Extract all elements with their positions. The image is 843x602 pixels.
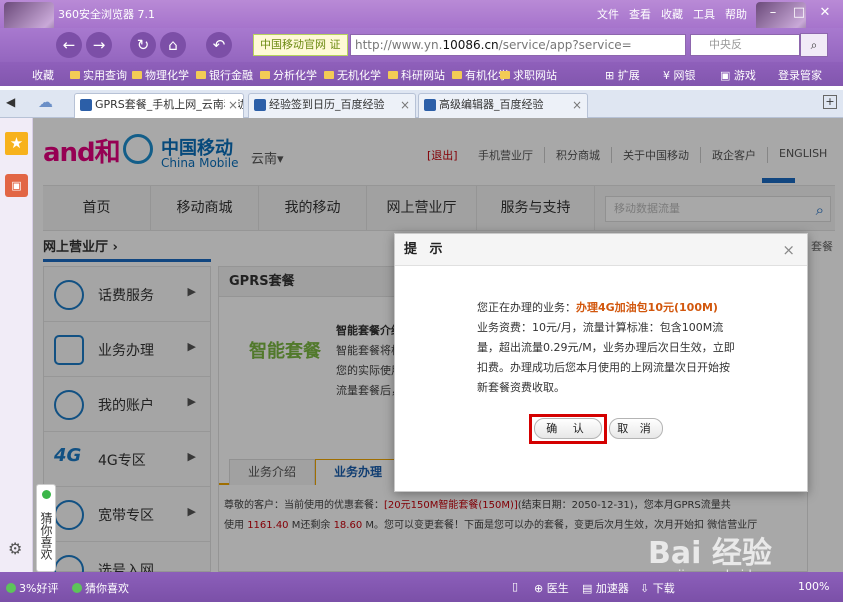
tab-label: 高级编辑器_百度经验 xyxy=(439,98,544,111)
minimize-icon[interactable]: – xyxy=(763,4,783,22)
home-icon[interactable]: ⌂ xyxy=(160,32,186,58)
url-prefix: http://www.yn. xyxy=(355,38,443,52)
close-icon[interactable]: × xyxy=(782,241,795,259)
maximize-icon[interactable]: □ xyxy=(789,4,809,22)
tab-bar: ◀ ☁ GPRS套餐_手机上网_云南移动 × 经验签到日历_百度经验 × 高级编… xyxy=(0,90,843,118)
window-controls: – □ ✕ xyxy=(763,4,835,22)
status-bar: 3%好评 猜你喜欢 ▯ ⊕ 医生 ▤ 加速器 ⇩ 下载 100% xyxy=(0,572,843,602)
bookmark-login-manager[interactable]: 登录管家 xyxy=(778,67,822,83)
tab-close-icon[interactable]: × xyxy=(568,94,582,116)
bookmark-extensions[interactable]: ⊞ 扩展 xyxy=(605,67,640,83)
tab-nav-left-icon[interactable]: ◀ xyxy=(6,95,15,109)
close-window-icon[interactable]: ✕ xyxy=(815,4,835,22)
dialog-message: 您正在办理的业务：办理4G加油包10元(100M) 业务资费：10元/月，流量计… xyxy=(477,298,737,398)
confirm-dialog: 提 示 × 您正在办理的业务：办理4G加油包10元(100M) 业务资费：10元… xyxy=(394,233,808,492)
bookmark-games[interactable]: ▣ 游戏 xyxy=(720,67,756,83)
tab-close-icon[interactable]: × xyxy=(396,94,410,116)
bookmark-ebank[interactable]: ¥ 网银 xyxy=(663,67,696,83)
watermark-text: Bai 经验 xyxy=(648,536,772,571)
status-download[interactable]: ⇩ 下载 xyxy=(640,580,675,596)
browser-menu-bar: 文件 查看 收藏 工具 帮助 xyxy=(597,6,747,22)
status-dot-icon xyxy=(42,490,51,499)
business-name: 办理4G加油包10元(100M) xyxy=(576,301,718,314)
menu-tools[interactable]: 工具 xyxy=(693,6,715,22)
tab-gprs[interactable]: GPRS套餐_手机上网_云南移动 × xyxy=(74,93,244,118)
guess-icon xyxy=(72,583,82,593)
tab-favicon xyxy=(424,99,436,111)
url-suffix: /service/app?service= xyxy=(498,38,632,52)
bookmark-folder[interactable]: 银行金融 xyxy=(196,67,253,83)
browser-search-input[interactable]: 中央反 xyxy=(690,34,800,56)
tab-label: 经验签到日历_百度经验 xyxy=(269,98,385,111)
guess-label: 猜你喜欢 xyxy=(39,512,53,560)
bookmark-folder[interactable]: 科研网站 xyxy=(388,67,445,83)
back-icon[interactable]: ← xyxy=(56,32,82,58)
bookmarks-bar: 收藏 实用查询 物理化学 银行金融 分析化学 无机化学 科研网站 有机化学 求职… xyxy=(0,62,843,86)
bookmark-folder[interactable]: 物理化学 xyxy=(132,67,189,83)
bookmark-folder[interactable]: 无机化学 xyxy=(324,67,381,83)
address-bar[interactable]: http://www.yn.10086.cn/service/app?servi… xyxy=(350,34,686,56)
cancel-button[interactable]: 取 消 xyxy=(609,418,663,439)
menu-help[interactable]: 帮助 xyxy=(725,6,747,22)
status-guess[interactable]: 猜你喜欢 xyxy=(72,580,129,596)
phone-icon[interactable]: ▯ xyxy=(512,580,518,593)
guess-you-like-tab[interactable]: 猜你喜欢 xyxy=(36,484,56,572)
browser-side-rail: ★ ▣ ⚙ xyxy=(0,118,33,572)
browser-titlebar: 360安全浏览器 7.1 文件 查看 收藏 工具 帮助 – □ ✕ xyxy=(0,0,843,62)
new-tab-icon[interactable]: + xyxy=(823,95,837,109)
rating-icon xyxy=(6,583,16,593)
menu-file[interactable]: 文件 xyxy=(597,6,619,22)
site-verified-badge[interactable]: 中国移动官网 证 xyxy=(253,34,348,56)
forward-icon[interactable]: → xyxy=(86,32,112,58)
status-rating[interactable]: 3%好评 xyxy=(6,580,58,596)
favorites-star-icon[interactable]: ★ xyxy=(5,132,28,155)
dialog-title: 提 示 xyxy=(395,234,807,266)
message-prefix: 您正在办理的业务： xyxy=(477,301,576,314)
bookmark-folder[interactable]: 分析化学 xyxy=(260,67,317,83)
undo-icon[interactable]: ↶ xyxy=(206,32,232,58)
status-zoom[interactable]: 100% xyxy=(798,580,829,593)
message-body: 业务资费：10元/月，流量计算标准：包含100M流量，超出流量0.29元/M，业… xyxy=(477,321,735,394)
tab-favicon xyxy=(254,99,266,111)
bookmark-folder[interactable]: 求职网站 xyxy=(500,67,557,83)
tab-favicon xyxy=(80,99,92,111)
shopping-bag-icon[interactable]: ▣ xyxy=(5,174,28,197)
confirm-button[interactable]: 确 认 xyxy=(534,418,602,439)
url-host: 10086.cn xyxy=(442,38,499,52)
search-icon[interactable]: ⌕ xyxy=(800,33,828,57)
tab-advanced-editor[interactable]: 高级编辑器_百度经验 × xyxy=(418,93,588,118)
tab-label: GPRS套餐_手机上网_云南移动 xyxy=(95,98,244,111)
status-accelerator[interactable]: ▤ 加速器 xyxy=(582,580,629,596)
bookmark-favorites[interactable]: 收藏 xyxy=(32,67,54,83)
status-doctor[interactable]: ⊕ 医生 xyxy=(534,580,569,596)
tab-checkin-calendar[interactable]: 经验签到日历_百度经验 × xyxy=(248,93,416,118)
refresh-icon[interactable]: ↻ xyxy=(130,32,156,58)
tab-close-icon[interactable]: × xyxy=(224,94,238,116)
cloud-icon[interactable]: ☁ xyxy=(38,93,53,111)
bookmark-item[interactable]: 实用查询 xyxy=(70,67,127,83)
browser-navbar: ← → ↻ ⌂ ↶ 中国移动官网 证 http://www.yn.10086.c… xyxy=(0,28,843,62)
gear-icon[interactable]: ⚙ xyxy=(8,539,22,558)
menu-view[interactable]: 查看 xyxy=(629,6,651,22)
menu-favorites[interactable]: 收藏 xyxy=(661,6,683,22)
app-title: 360安全浏览器 7.1 xyxy=(58,8,155,21)
baidu-jingyan-watermark: Bai 经验 jingyan.baidu.com xyxy=(648,528,789,582)
